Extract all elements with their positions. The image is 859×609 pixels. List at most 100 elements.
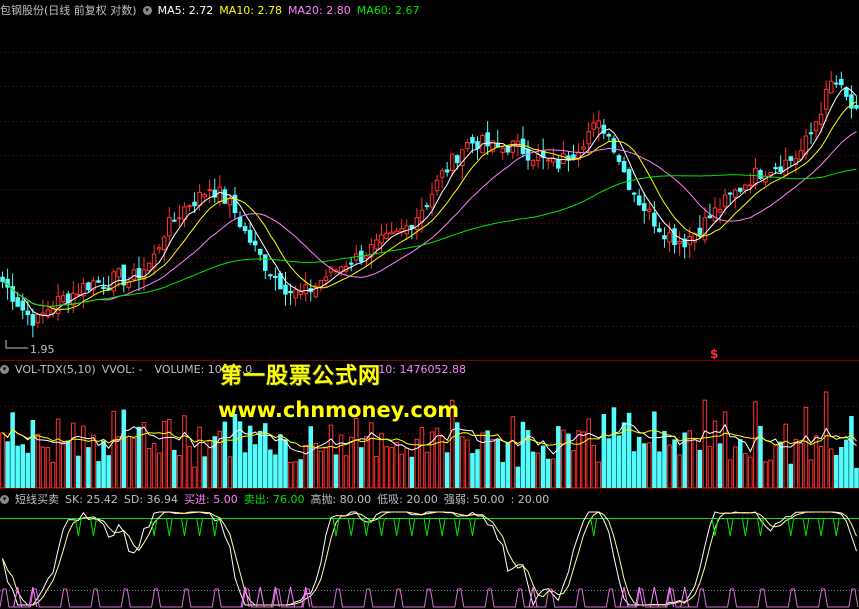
volume-bar <box>647 442 652 488</box>
candle-body <box>854 105 859 109</box>
volume-bar <box>20 444 26 488</box>
volume-bar <box>667 444 672 488</box>
candle-body <box>652 212 657 227</box>
volume-bar <box>111 410 116 488</box>
volume-bar <box>232 413 238 488</box>
strength-step-line <box>0 588 859 608</box>
volume-bar <box>96 461 101 488</box>
settings-circle-icon[interactable]: ▾ <box>142 5 152 15</box>
indicator-settings-icon[interactable]: ▾ <box>0 494 9 504</box>
volume-bar <box>465 439 470 488</box>
candle-body <box>732 189 738 198</box>
volume-bar <box>854 467 859 488</box>
volume-bar <box>636 436 642 488</box>
candle-body <box>722 194 728 207</box>
volume-bar <box>187 446 192 488</box>
volume-bar <box>45 446 51 488</box>
sd-value: SD: 36.94 <box>123 492 179 506</box>
volume-bar <box>5 441 10 488</box>
candle-body <box>167 217 172 237</box>
volume-bar <box>313 442 319 488</box>
candle-body <box>581 146 586 150</box>
candle-body <box>172 219 177 222</box>
dollar-marker[interactable]: $ <box>710 347 718 360</box>
candle-body <box>828 80 834 94</box>
volume-bar <box>581 431 586 488</box>
candle-body <box>161 236 167 251</box>
volume-bar <box>606 438 612 488</box>
candle-body <box>737 187 743 192</box>
candle-body <box>591 122 596 130</box>
candle-body <box>621 161 627 173</box>
sell-signal <box>468 517 476 537</box>
volume-chart[interactable] <box>0 378 859 488</box>
candle-body <box>783 159 789 176</box>
candle-body <box>364 255 369 259</box>
volume-bar <box>621 422 627 488</box>
candle-body <box>743 184 748 191</box>
sell-signal <box>423 517 431 537</box>
volume-bar <box>475 449 480 488</box>
candle-body <box>434 179 440 192</box>
ma5-value: MA5: 2.72 <box>157 3 214 17</box>
candle-body <box>217 186 223 203</box>
volume-bar <box>394 441 399 488</box>
volume-bar <box>40 446 46 488</box>
volume-bar <box>91 434 96 488</box>
candle-body <box>606 133 612 137</box>
sell-signal <box>347 517 355 537</box>
volume-bar <box>490 438 495 488</box>
volume-bar <box>515 466 521 488</box>
indicator-panel[interactable] <box>0 506 859 609</box>
price-panel[interactable]: 1.95 $ <box>0 18 859 360</box>
sell-signal <box>787 517 795 537</box>
volume-bar <box>81 425 86 488</box>
candle-body <box>844 87 849 97</box>
volume-bar <box>652 411 657 488</box>
volume-settings-icon[interactable]: ▾ <box>0 365 9 374</box>
stock-title[interactable]: 包钢股份(日线 前复权 对数) <box>0 2 137 18</box>
candle-body <box>273 275 278 279</box>
volume-bar <box>702 399 708 488</box>
indicator-chart[interactable] <box>0 506 859 609</box>
volume-value: VOLUME: 10 <box>154 363 222 376</box>
volume-bar <box>399 453 404 488</box>
volume-bar <box>813 435 819 488</box>
volume-bar <box>692 439 698 488</box>
volume-bar <box>662 430 667 488</box>
sell-value: 卖出: 76.00 <box>243 493 305 506</box>
volume-bar <box>697 449 703 488</box>
sell-signal <box>408 517 416 537</box>
volume-bar <box>273 454 278 488</box>
volume-bar <box>86 447 91 488</box>
sell-signal <box>362 517 370 537</box>
volume-bar <box>460 436 465 488</box>
ma20-line <box>2 131 857 307</box>
volume-bar <box>551 458 556 488</box>
candle-body <box>778 166 783 172</box>
volume-bar <box>70 422 76 488</box>
candle-body <box>839 78 844 86</box>
indicator-title[interactable]: 短线买卖 <box>15 491 59 507</box>
volume-bar <box>404 447 410 488</box>
candle-body <box>697 227 703 236</box>
volume-panel[interactable] <box>0 378 859 488</box>
candle-body <box>192 201 197 207</box>
volume-title[interactable]: VOL-TDX(5,10) <box>15 363 96 376</box>
sell-signal <box>165 517 173 537</box>
candle-body <box>748 184 753 187</box>
sell-signal <box>756 517 764 537</box>
price-chart[interactable]: 1.95 $ <box>0 18 859 360</box>
candle-body <box>823 88 829 110</box>
candle-body <box>677 240 682 245</box>
volume-bar <box>823 391 829 488</box>
candle-body <box>530 160 536 166</box>
volume-bar <box>722 411 728 488</box>
volume-bar <box>308 426 314 488</box>
volume-bar <box>419 427 425 488</box>
volume-bar <box>384 446 389 488</box>
volume-bar <box>424 451 430 488</box>
volume-bar <box>156 452 162 488</box>
volume-bar <box>293 461 298 488</box>
volume-bar <box>389 447 394 488</box>
